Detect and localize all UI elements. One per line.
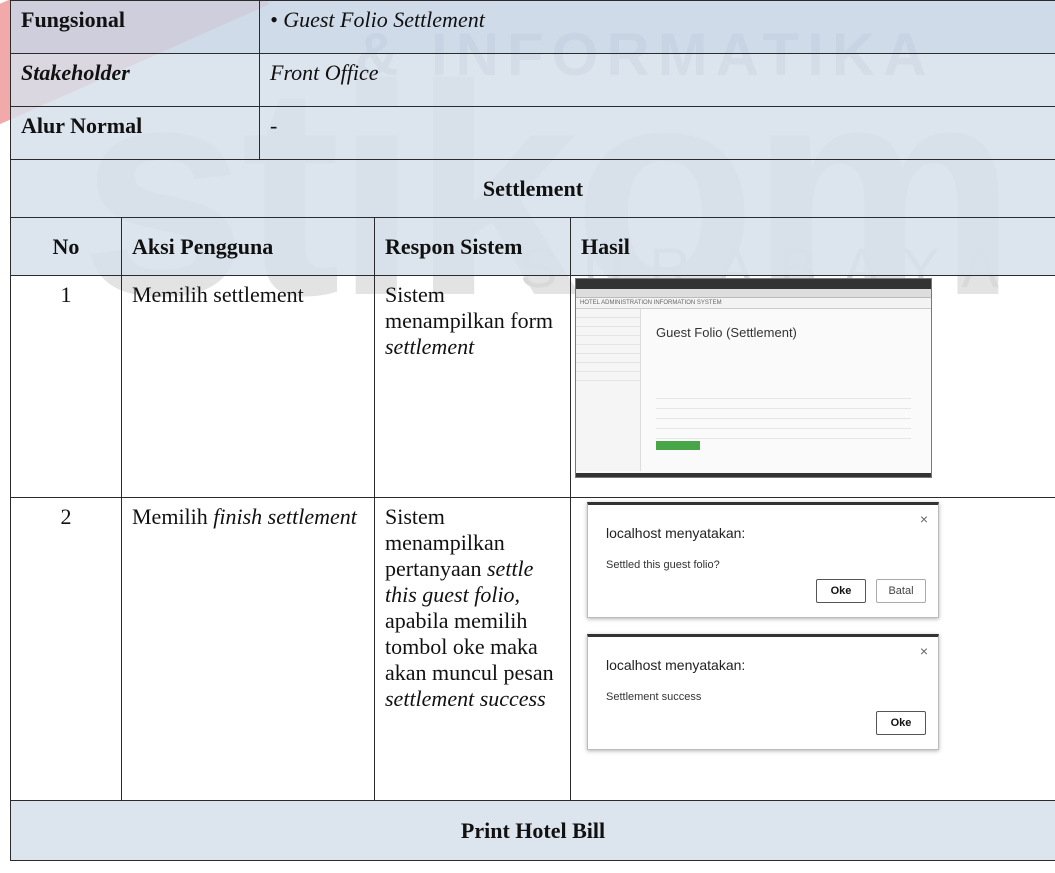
address-bar xyxy=(576,289,931,298)
success-dialog: × localhost menyatakan: Settlement succe… xyxy=(587,634,939,750)
app-header: HOTEL ADMINISTRATION INFORMATION SYSTEM xyxy=(576,298,931,309)
table-row: 1 Memilih settlement Sistem menampilkan … xyxy=(10,275,1055,498)
batal-button[interactable]: Batal xyxy=(876,579,926,603)
fungsional-value: Guest Folio Settlement xyxy=(259,0,1055,54)
step-respon: Sistem menampilkan form settlement xyxy=(374,275,571,498)
header-no: No xyxy=(10,217,122,276)
respon-part-3: apabila memilih tombol oke maka akan mun… xyxy=(385,608,554,685)
browser-tab-bar xyxy=(576,279,931,289)
taskbar xyxy=(576,473,931,477)
alur-label-bold: Alur xyxy=(21,113,65,138)
respon-part-4: settlement success xyxy=(385,686,546,711)
alur-label-rest: Normal xyxy=(64,113,143,138)
dialog-title: localhost menyatakan: xyxy=(606,525,746,541)
step-aksi: Memilih finish settlement xyxy=(121,497,375,801)
section-title: Settlement xyxy=(10,159,1055,218)
footer-title: Print Hotel Bill xyxy=(10,800,1055,861)
dialog-message: Settled this guest folio? xyxy=(606,559,720,571)
aksi-italic: finish settlement xyxy=(213,504,357,529)
table-row: 2 Memilih finish settlement Sistem menam… xyxy=(10,497,1055,801)
finish-settlement-button xyxy=(656,441,700,450)
screenshot-title: Guest Folio (Settlement) xyxy=(656,325,797,340)
use-case-table: Fungsional Guest Folio Settlement Stakeh… xyxy=(10,0,1055,861)
fungsional-label: Fungsional xyxy=(10,0,260,54)
alur-label: Alur Normal xyxy=(10,106,260,160)
step-respon: Sistem menampilkan pertanyaan settle thi… xyxy=(374,497,571,801)
sidebar xyxy=(576,309,641,471)
respon-text: Sistem menampilkan form xyxy=(385,282,554,333)
step-hasil: × localhost menyatakan: Settled this gue… xyxy=(570,497,1055,801)
step-no: 2 xyxy=(10,497,122,801)
step-aksi: Memilih settlement xyxy=(121,275,375,498)
alur-value: - xyxy=(259,106,1055,160)
step-no: 1 xyxy=(10,275,122,498)
close-icon[interactable]: × xyxy=(920,511,928,527)
stakeholder-value: Front Office xyxy=(259,53,1055,107)
oke-button[interactable]: Oke xyxy=(876,711,926,735)
dialog-title: localhost menyatakan: xyxy=(606,657,746,673)
step-hasil: HOTEL ADMINISTRATION INFORMATION SYSTEM … xyxy=(570,275,1055,498)
close-icon[interactable]: × xyxy=(920,643,928,659)
aksi-text: Memilih xyxy=(132,504,214,529)
header-hasil: Hasil xyxy=(570,217,1055,276)
stakeholder-label: Stakeholder xyxy=(10,53,260,107)
confirm-dialog: × localhost menyatakan: Settled this gue… xyxy=(587,502,939,618)
dialog-message: Settlement success xyxy=(606,691,702,703)
screenshot-table xyxy=(656,389,911,439)
settlement-screenshot: HOTEL ADMINISTRATION INFORMATION SYSTEM … xyxy=(575,278,932,478)
header-aksi: Aksi Pengguna xyxy=(121,217,375,276)
respon-italic: settlement xyxy=(385,334,475,359)
fungsional-value-text: Guest Folio Settlement xyxy=(270,7,485,32)
header-respon: Respon Sistem xyxy=(374,217,571,276)
oke-button[interactable]: Oke xyxy=(816,579,866,603)
